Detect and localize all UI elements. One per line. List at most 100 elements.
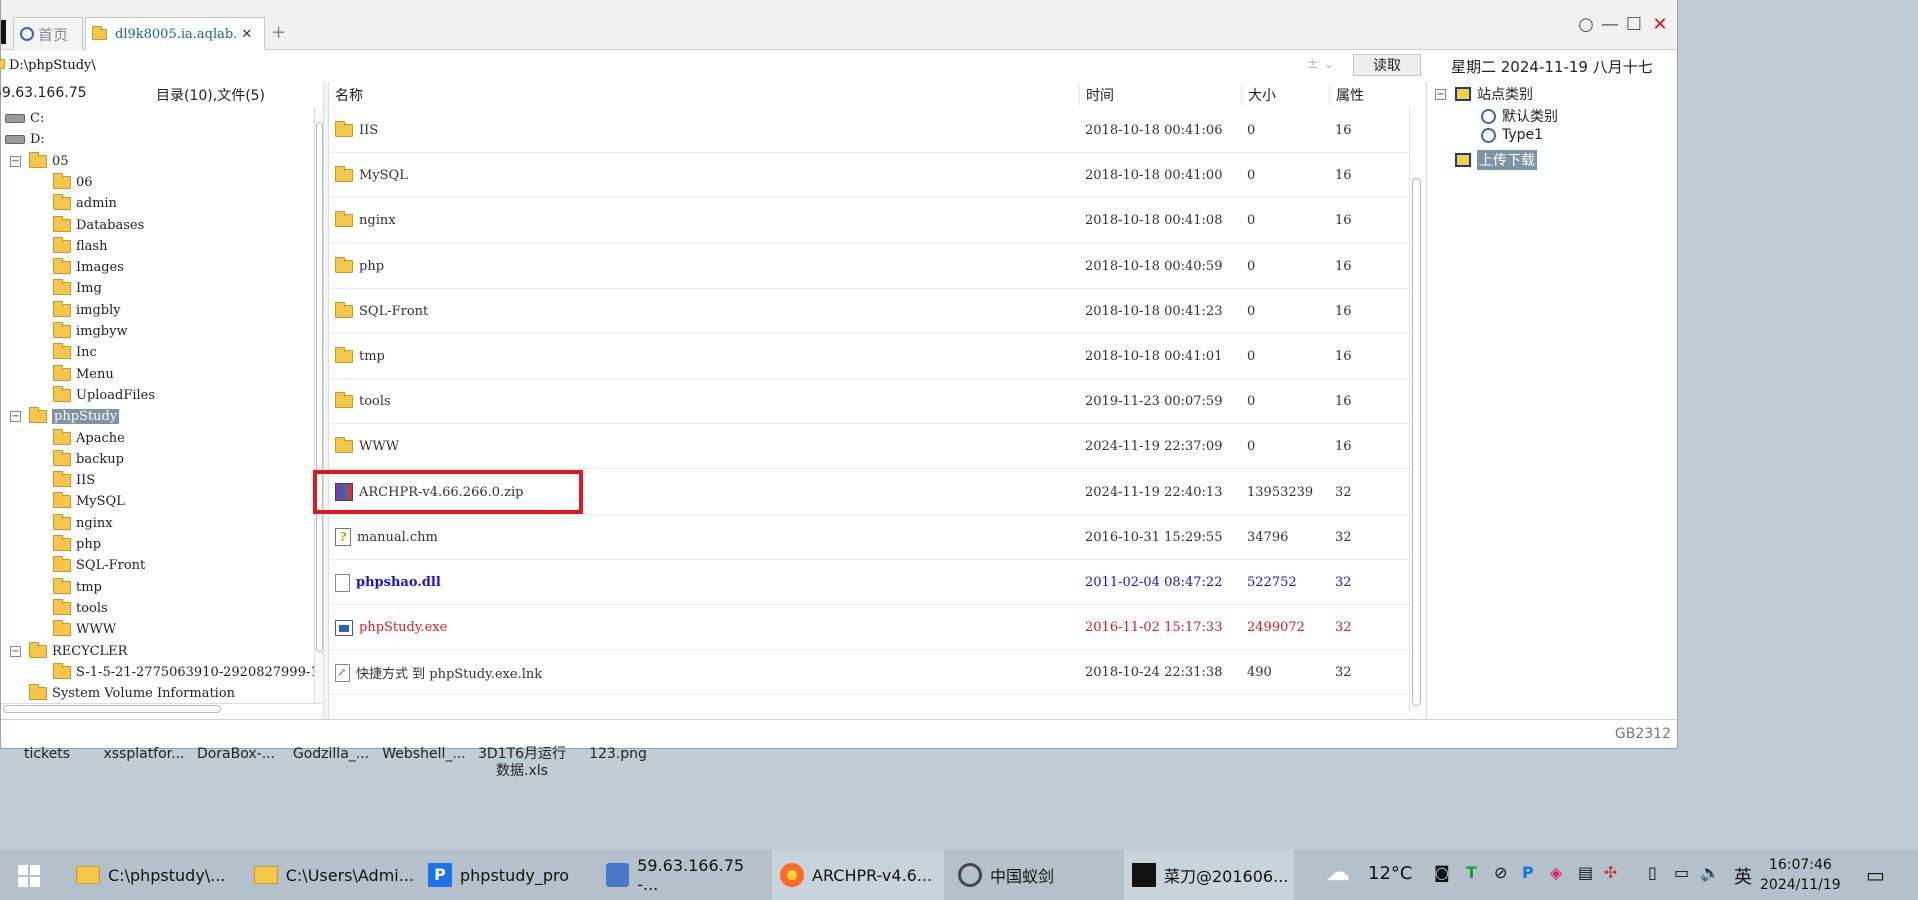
weather-cloud-icon[interactable]: ☁ bbox=[1326, 858, 1350, 886]
site-category-item[interactable]: Type1 bbox=[1481, 127, 1543, 143]
collapse-toggle-icon[interactable]: − bbox=[10, 411, 21, 423]
tree-node[interactable]: 06 bbox=[53, 172, 93, 193]
file-row[interactable]: WWW 2024-11-19 22:37:09 0 16 bbox=[329, 424, 1409, 470]
site-category-item[interactable]: − 站点类别 bbox=[1435, 84, 1533, 104]
tray-share-icon[interactable]: ◈ bbox=[1550, 863, 1562, 882]
file-row[interactable]: IIS 2018-10-18 00:41:06 0 16 bbox=[329, 108, 1409, 153]
clock[interactable]: 16:07:46 2024/11/19 bbox=[1760, 855, 1841, 895]
tree-node[interactable]: − RECYCLER bbox=[10, 641, 127, 662]
desktop-icon-label[interactable]: 123.png bbox=[586, 746, 650, 763]
file-row[interactable]: ? manual.chm 2016-10-31 15:29:55 34796 32 bbox=[329, 515, 1409, 560]
collapse-toggle-icon[interactable]: − bbox=[1435, 88, 1446, 100]
tree-node[interactable]: SQL-Front bbox=[53, 555, 145, 576]
tree-node[interactable]: UploadFiles bbox=[53, 385, 155, 406]
taskbar-item[interactable]: 59.63.166.75 -... bbox=[598, 850, 766, 900]
tree-node[interactable]: imgbyw bbox=[53, 321, 128, 342]
tray-t-icon[interactable]: T bbox=[1466, 863, 1477, 882]
address-dropdown-icons[interactable]: ± ⌄ bbox=[1307, 56, 1335, 72]
file-row[interactable]: MySQL 2018-10-18 00:41:00 0 16 bbox=[329, 153, 1409, 199]
tab-home[interactable]: 首页 bbox=[13, 17, 83, 50]
file-name-cell: 快捷方式 到 phpStudy.exe.lnk bbox=[335, 650, 542, 695]
site-category-item[interactable]: 上传下载 bbox=[1455, 150, 1537, 170]
maximize-button[interactable]: ☐ bbox=[1623, 14, 1645, 35]
notification-icon[interactable]: ▭ bbox=[1866, 863, 1885, 887]
file-name: SQL-Front bbox=[359, 303, 429, 319]
taskbar-item[interactable]: 菜刀@201606... bbox=[1124, 850, 1294, 900]
circle-button[interactable]: ○ bbox=[1575, 14, 1597, 35]
desktop-icon-label[interactable]: Webshell_... bbox=[380, 746, 468, 763]
tray-antsword-icon[interactable]: ⊘ bbox=[1494, 863, 1507, 882]
tree-node[interactable]: System Volume Information bbox=[29, 683, 235, 704]
column-attr[interactable]: 属性 bbox=[1329, 85, 1364, 105]
file-row[interactable]: tools 2019-11-23 00:07:59 0 16 bbox=[329, 379, 1409, 425]
tree-node[interactable]: − 05 bbox=[10, 151, 69, 172]
tree-node[interactable]: MySQL bbox=[53, 491, 125, 512]
tree-node[interactable]: − phpStudy bbox=[10, 406, 120, 427]
tree-node[interactable]: flash bbox=[53, 236, 107, 257]
file-row[interactable]: nginx 2018-10-18 00:41:08 0 16 bbox=[329, 198, 1409, 244]
desktop-icon-label[interactable]: Godzilla_... bbox=[290, 746, 372, 763]
add-tab-button[interactable]: + bbox=[271, 22, 286, 43]
taskbar-item[interactable]: 中国蚁剑 bbox=[950, 850, 1118, 900]
column-time[interactable]: 时间 bbox=[1079, 85, 1114, 105]
tray-app-icon[interactable]: ◙ bbox=[1434, 863, 1450, 882]
collapse-toggle-icon[interactable]: − bbox=[10, 155, 21, 167]
desktop-icon-label[interactable]: xssplatfor... bbox=[100, 746, 188, 763]
file-row[interactable]: ARCHPR-v4.66.266.0.zip 2024-11-19 22:40:1… bbox=[329, 470, 1409, 515]
tab-site[interactable]: dl9k8005.ia.aqlab. ✕ bbox=[85, 17, 265, 50]
file-row[interactable]: 快捷方式 到 phpStudy.exe.lnk 2018-10-24 22:31:… bbox=[329, 650, 1409, 696]
path-input[interactable] bbox=[9, 54, 1349, 76]
site-category-item[interactable]: 默认类别 bbox=[1481, 106, 1558, 126]
tray-p-icon[interactable]: P bbox=[1522, 863, 1534, 882]
tree-node[interactable]: backup bbox=[53, 449, 124, 470]
tray-usb-icon[interactable]: ▯ bbox=[1648, 863, 1657, 882]
tree-node[interactable]: php bbox=[53, 534, 101, 555]
taskbar-item[interactable]: C:\phpstudy\... bbox=[68, 850, 240, 900]
file-row[interactable]: phpStudy.exe 2016-11-02 15:17:33 2499072 32 bbox=[329, 605, 1409, 651]
tray-color-icon[interactable]: ✣ bbox=[1604, 863, 1617, 882]
windows-start-icon[interactable] bbox=[18, 865, 40, 887]
file-row[interactable]: tmp 2018-10-18 00:41:01 0 16 bbox=[329, 334, 1409, 379]
column-name[interactable]: 名称 bbox=[329, 85, 363, 105]
tree-horizontal-scrollbar[interactable] bbox=[1, 703, 323, 713]
tree-node[interactable]: IIS bbox=[53, 470, 95, 491]
column-size[interactable]: 大小 bbox=[1241, 85, 1276, 105]
taskbar-item[interactable]: C:\Users\Admi... bbox=[246, 850, 414, 900]
tree-node[interactable]: admin bbox=[53, 193, 117, 214]
taskbar-item[interactable]: Pphpstudy_pro bbox=[420, 850, 592, 900]
close-button[interactable]: ✕ bbox=[1649, 14, 1671, 35]
tree-node[interactable]: S-1-5-21-2775063910-2920827999-1 bbox=[53, 662, 319, 683]
tray-volume-icon[interactable]: 🔈 bbox=[1700, 863, 1720, 882]
tree-node[interactable]: Apache bbox=[53, 428, 125, 449]
tree-node[interactable]: Menu bbox=[53, 364, 114, 385]
tree-node[interactable]: Images bbox=[53, 257, 124, 278]
collapse-toggle-icon[interactable]: − bbox=[10, 645, 21, 657]
tree-node[interactable]: Img bbox=[53, 278, 102, 299]
tray-monitor-icon[interactable]: ▤ bbox=[1578, 863, 1593, 882]
tree-node[interactable]: Databases bbox=[53, 215, 144, 236]
file-row[interactable]: phpshao.dll 2011-02-04 08:47:22 522752 32 bbox=[329, 560, 1409, 605]
file-list-vertical-scrollbar[interactable] bbox=[1409, 108, 1423, 713]
read-button[interactable]: 读取 bbox=[1353, 54, 1421, 76]
tree-vertical-scrollbar[interactable] bbox=[314, 108, 323, 704]
tray-network-icon[interactable]: ▭ bbox=[1674, 863, 1689, 882]
ime-indicator[interactable]: 英 bbox=[1734, 863, 1752, 889]
tree-node[interactable]: nginx bbox=[53, 513, 113, 534]
tree-node[interactable]: Inc bbox=[53, 342, 97, 363]
category-icon bbox=[1455, 153, 1471, 167]
file-row[interactable]: php 2018-10-18 00:40:59 0 16 bbox=[329, 244, 1409, 289]
tree-node[interactable]: WWW bbox=[53, 619, 116, 640]
desktop-icon-label[interactable]: 3D1T6月运行数据.xls bbox=[472, 746, 572, 780]
tree-node[interactable]: imgbly bbox=[53, 300, 121, 321]
minimize-button[interactable]: — bbox=[1599, 14, 1621, 35]
tree-node[interactable]: tools bbox=[53, 598, 108, 619]
tree-node[interactable]: tmp bbox=[53, 577, 102, 598]
tab-close-icon[interactable]: ✕ bbox=[241, 27, 252, 42]
desktop-icon-label[interactable]: tickets bbox=[22, 746, 72, 763]
tree-node[interactable]: C: bbox=[5, 108, 44, 129]
weather-temperature[interactable]: 12°C bbox=[1368, 863, 1412, 884]
tree-node[interactable]: D: bbox=[5, 129, 45, 150]
taskbar-item[interactable]: ARCHPR-v4.6... bbox=[772, 850, 944, 900]
desktop-icon-label[interactable]: DoraBox-... bbox=[195, 746, 277, 763]
file-row[interactable]: SQL-Front 2018-10-18 00:41:23 0 16 bbox=[329, 289, 1409, 334]
